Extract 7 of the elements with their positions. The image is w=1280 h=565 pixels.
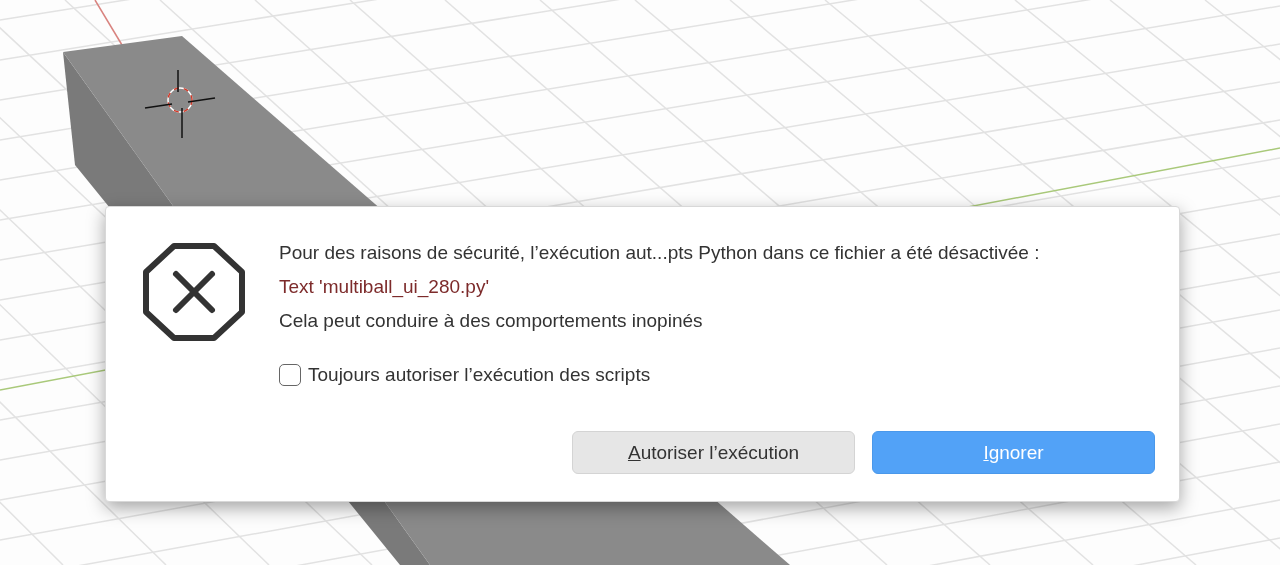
message-text: Pour des raisons de sécurité, l’exécution aut...pts Python dans ce fichier a été désactivée : bbox=[279, 241, 1040, 265]
checkbox[interactable] bbox=[279, 364, 301, 386]
warning-text: Cela peut conduire à des comportements inopinés bbox=[279, 309, 703, 333]
error-icon bbox=[142, 242, 246, 342]
file-name: Text 'multiball_ui_280.py' bbox=[279, 275, 490, 299]
allow-button[interactable]: Autoriser l’exécution bbox=[572, 431, 855, 474]
checkbox-label[interactable]: Toujours autoriser l’exécution des scripts bbox=[308, 363, 651, 387]
